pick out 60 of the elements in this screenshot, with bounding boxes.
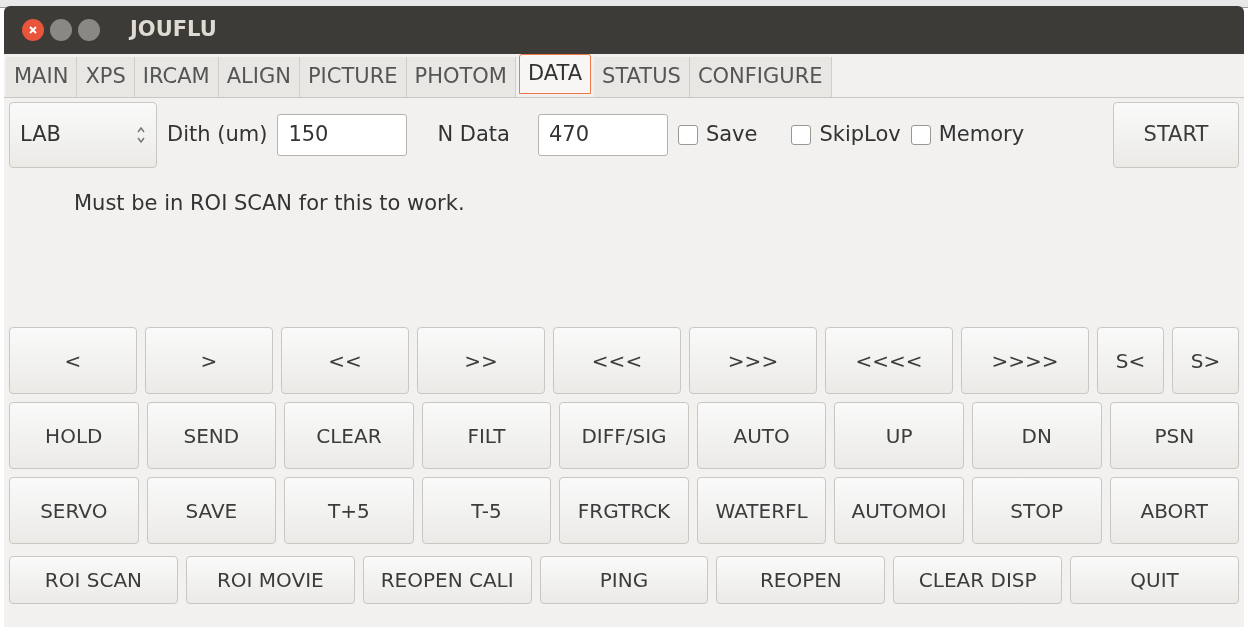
action-button[interactable]: > (145, 327, 273, 394)
checkbox[interactable]: Save (677, 119, 758, 151)
maximize-button[interactable] (78, 19, 100, 41)
checkbox[interactable]: Memory (910, 119, 1025, 151)
action-button[interactable]: CLEAR (284, 402, 414, 469)
action-button[interactable]: AUTO (696, 402, 827, 469)
mode-spinner[interactable]: LAB (9, 102, 157, 168)
action-button[interactable]: T-5 (421, 477, 552, 544)
action-button[interactable]: UP (834, 402, 964, 469)
action-button[interactable]: QUIT (1070, 556, 1239, 604)
action-button[interactable]: <<<< (825, 327, 953, 394)
action-button[interactable]: << (281, 327, 409, 394)
action-button[interactable]: ROI MOVIE (185, 556, 355, 604)
action-button[interactable]: SEND (146, 402, 277, 469)
action-button[interactable]: PSN (1109, 402, 1240, 469)
action-button[interactable]: S< (1097, 327, 1164, 394)
action-button[interactable]: STOP (971, 477, 1102, 544)
status-message: Must be in ROI SCAN for this to work. (74, 191, 465, 215)
tab[interactable]: PHOTOM (406, 57, 516, 97)
tab[interactable]: IRCAM (134, 57, 219, 97)
tab[interactable]: STATUS (594, 57, 690, 97)
action-button[interactable]: CLEAR DISP (893, 556, 1063, 604)
tab[interactable]: ALIGN (218, 57, 300, 97)
action-button[interactable]: ROI SCAN (9, 556, 178, 604)
tab[interactable]: PICTURE (299, 57, 407, 97)
action-button[interactable]: FRGTRCK (559, 477, 689, 544)
action-button[interactable]: <<< (553, 327, 681, 394)
action-button[interactable]: >>> (689, 327, 817, 394)
action-button[interactable]: ABORT (1109, 477, 1240, 544)
close-button[interactable] (22, 19, 44, 41)
action-button[interactable]: DIFF/SIG (559, 402, 689, 469)
field-label: N Data (437, 121, 510, 149)
spinner-arrows-icon (136, 125, 146, 145)
close-icon (28, 25, 38, 35)
action-button[interactable]: < (9, 327, 137, 394)
action-button[interactable]: >>>> (961, 327, 1089, 394)
tab[interactable]: CONFIGURE (689, 57, 832, 97)
input-field[interactable]: 150 (277, 114, 408, 156)
minimize-button[interactable] (50, 19, 72, 41)
action-button[interactable]: SERVO (9, 477, 139, 544)
action-button[interactable]: REOPEN CALI (362, 556, 532, 604)
action-button[interactable]: WATERFL (696, 477, 827, 544)
action-button[interactable]: SAVE (146, 477, 277, 544)
tab[interactable]: XPS (77, 57, 135, 97)
action-button[interactable]: DN (971, 402, 1102, 469)
input-field[interactable]: 470 (537, 114, 668, 156)
field-label: Dith (um) (167, 121, 268, 149)
action-button[interactable]: >> (417, 327, 545, 394)
action-button[interactable]: AUTOMOI (834, 477, 964, 544)
checkbox[interactable]: SkipLov (791, 119, 901, 151)
tab[interactable]: DATA (518, 54, 592, 94)
action-button[interactable]: FILT (421, 402, 552, 469)
action-button[interactable]: REOPEN (716, 556, 886, 604)
start-button[interactable]: START (1113, 102, 1239, 168)
tab[interactable]: MAIN (6, 57, 78, 97)
window-title: JOUFLU (130, 16, 217, 44)
action-button[interactable]: T+5 (284, 477, 414, 544)
action-button[interactable]: PING (539, 556, 709, 604)
action-button[interactable]: S> (1172, 327, 1239, 394)
action-button[interactable]: HOLD (9, 402, 139, 469)
